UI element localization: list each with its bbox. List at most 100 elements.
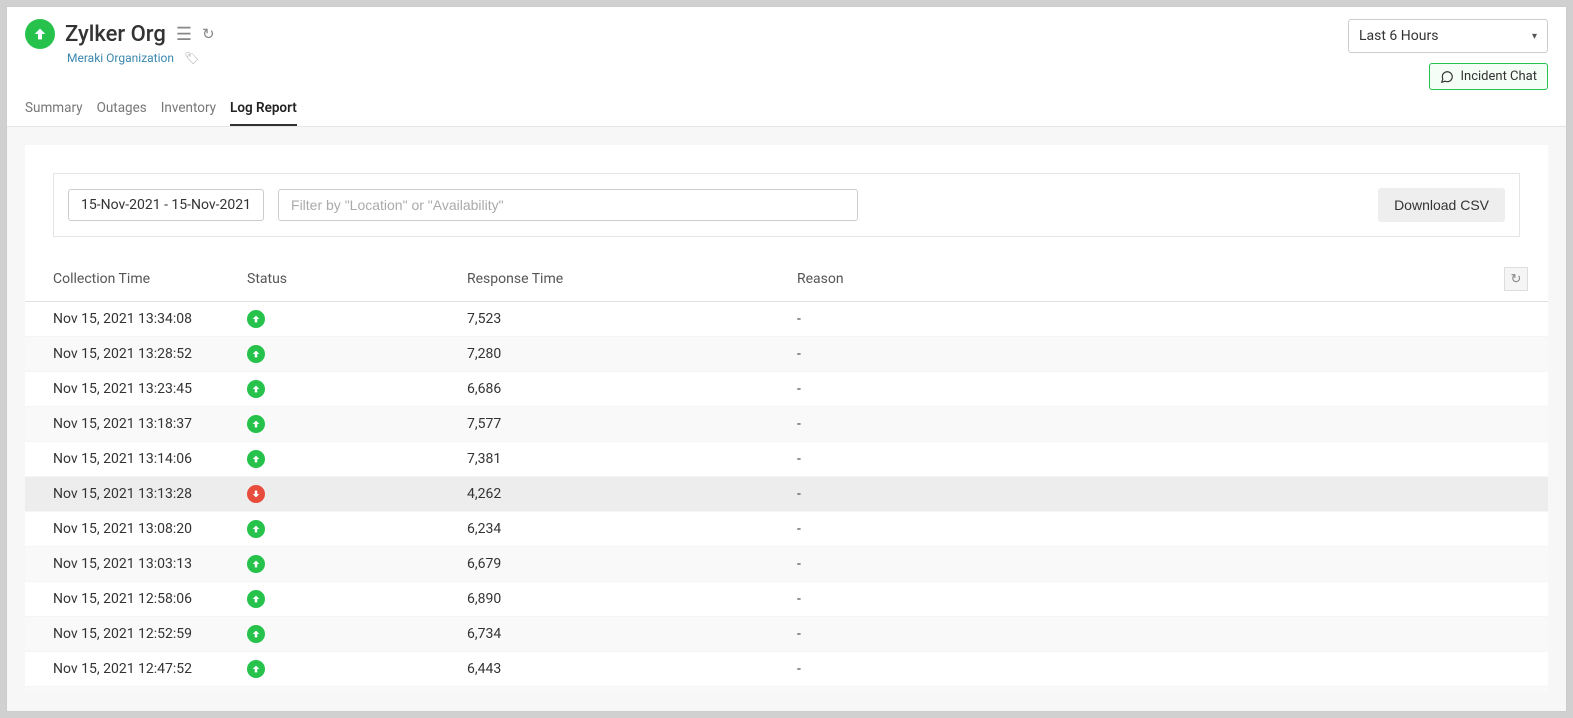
cell-spacer [1492, 302, 1548, 337]
cell-collection-time: Nov 15, 2021 12:52:59 [25, 617, 235, 652]
download-csv-button[interactable]: Download CSV [1378, 188, 1505, 222]
table-row[interactable]: Nov 15, 2021 13:13:284,262- [25, 477, 1548, 512]
column-header-status[interactable]: Status [235, 257, 455, 302]
cell-reason: - [785, 372, 1492, 407]
table-row[interactable]: Nov 15, 2021 13:18:377,577- [25, 407, 1548, 442]
tab-outages[interactable]: Outages [97, 100, 147, 126]
cell-spacer [1492, 512, 1548, 547]
cell-status [235, 477, 455, 512]
status-up-icon [247, 450, 265, 468]
page-title: Zylker Org [65, 22, 166, 47]
cell-spacer [1492, 617, 1548, 652]
cell-response-time: 6,734 [455, 617, 785, 652]
hamburger-menu-icon[interactable]: ☰ [176, 24, 192, 45]
cell-response-time: 6,686 [455, 372, 785, 407]
cell-response-time: 6,679 [455, 547, 785, 582]
cell-collection-time: Nov 15, 2021 12:47:52 [25, 652, 235, 687]
status-up-icon [247, 345, 265, 363]
status-down-icon [247, 485, 265, 503]
cell-reason: - [785, 617, 1492, 652]
filter-input[interactable] [278, 189, 858, 221]
cell-status [235, 687, 455, 694]
status-up-icon [247, 590, 265, 608]
cell-response-time: 9,136 [455, 687, 785, 694]
cell-response-time: 6,234 [455, 512, 785, 547]
status-up-icon [247, 310, 265, 328]
cell-collection-time: Nov 15, 2021 13:08:20 [25, 512, 235, 547]
table-row[interactable]: Nov 15, 2021 13:28:527,280- [25, 337, 1548, 372]
tag-icon[interactable]: 🏷 [184, 51, 199, 65]
cell-reason: - [785, 302, 1492, 337]
tab-log-report[interactable]: Log Report [230, 100, 297, 126]
breadcrumb-link[interactable]: Meraki Organization [67, 51, 174, 65]
status-up-icon [247, 660, 265, 678]
cell-response-time: 6,443 [455, 652, 785, 687]
cell-reason: - [785, 547, 1492, 582]
cell-response-time: 7,381 [455, 442, 785, 477]
table-row[interactable]: Nov 15, 2021 13:08:20 6,234- [25, 512, 1548, 547]
cell-reason: - [785, 512, 1492, 547]
table-row[interactable]: Nov 15, 2021 13:14:06 7,381- [25, 442, 1548, 477]
tab-bar: Summary Outages Inventory Log Report [7, 90, 1566, 127]
status-up-icon [247, 555, 265, 573]
tab-inventory[interactable]: Inventory [161, 100, 216, 126]
table-row[interactable]: Nov 15, 2021 12:52:59 6,734- [25, 617, 1548, 652]
cell-spacer [1492, 442, 1548, 477]
cell-spacer [1492, 582, 1548, 617]
cell-status [235, 547, 455, 582]
time-range-select[interactable]: Last 6 Hours ▾ [1348, 19, 1548, 53]
cell-spacer [1492, 372, 1548, 407]
cell-status [235, 372, 455, 407]
cell-collection-time: Nov 15, 2021 13:23:45 [25, 372, 235, 407]
org-status-up-icon [25, 19, 55, 49]
cell-collection-time: Nov 15, 2021 13:18:37 [25, 407, 235, 442]
cell-collection-time: Nov 15, 2021 13:14:06 [25, 442, 235, 477]
cell-collection-time: Nov 15, 2021 13:13:28 [25, 477, 235, 512]
column-header-collection-time[interactable]: Collection Time [25, 257, 235, 302]
cell-reason: - [785, 337, 1492, 372]
column-header-reason[interactable]: Reason [785, 257, 1492, 302]
cell-status [235, 442, 455, 477]
cell-status [235, 512, 455, 547]
incident-chat-button[interactable]: Incident Chat [1429, 63, 1548, 90]
cell-reason: - [785, 652, 1492, 687]
cell-reason: - [785, 442, 1492, 477]
column-header-response-time[interactable]: Response Time [455, 257, 785, 302]
cell-status [235, 617, 455, 652]
status-up-icon [247, 380, 265, 398]
cell-status [235, 302, 455, 337]
status-up-icon [247, 625, 265, 643]
cell-response-time: 6,890 [455, 582, 785, 617]
cell-reason: - [785, 582, 1492, 617]
cell-collection-time: Nov 15, 2021 12:42:44 [25, 687, 235, 694]
table-row[interactable]: Nov 15, 2021 13:34:087,523- [25, 302, 1548, 337]
cell-collection-time: Nov 15, 2021 13:34:08 [25, 302, 235, 337]
cell-status [235, 582, 455, 617]
table-row[interactable]: Nov 15, 2021 12:58:06 6,890- [25, 582, 1548, 617]
table-row[interactable]: Nov 15, 2021 13:03:13 6,679- [25, 547, 1548, 582]
refresh-table-button[interactable]: ↻ [1504, 267, 1528, 291]
cell-response-time: 7,280 [455, 337, 785, 372]
cell-spacer [1492, 477, 1548, 512]
cell-spacer [1492, 337, 1548, 372]
refresh-icon[interactable]: ↻ [202, 25, 215, 43]
table-row[interactable]: Nov 15, 2021 12:42:449,136- [25, 687, 1548, 694]
status-up-icon [247, 520, 265, 538]
cell-spacer [1492, 547, 1548, 582]
table-row[interactable]: Nov 15, 2021 13:23:45 6,686- [25, 372, 1548, 407]
cell-status [235, 407, 455, 442]
cell-status [235, 652, 455, 687]
cell-spacer [1492, 652, 1548, 687]
cell-collection-time: Nov 15, 2021 12:58:06 [25, 582, 235, 617]
cell-collection-time: Nov 15, 2021 13:03:13 [25, 547, 235, 582]
incident-chat-label: Incident Chat [1460, 69, 1537, 84]
cell-reason: - [785, 407, 1492, 442]
caret-down-icon: ▾ [1532, 31, 1537, 42]
date-range-picker[interactable]: 15-Nov-2021 - 15-Nov-2021 [68, 189, 264, 221]
table-row[interactable]: Nov 15, 2021 12:47:52 6,443- [25, 652, 1548, 687]
cell-status [235, 337, 455, 372]
cell-reason: - [785, 477, 1492, 512]
cell-spacer [1492, 687, 1548, 694]
status-up-icon [247, 415, 265, 433]
tab-summary[interactable]: Summary [25, 100, 83, 126]
